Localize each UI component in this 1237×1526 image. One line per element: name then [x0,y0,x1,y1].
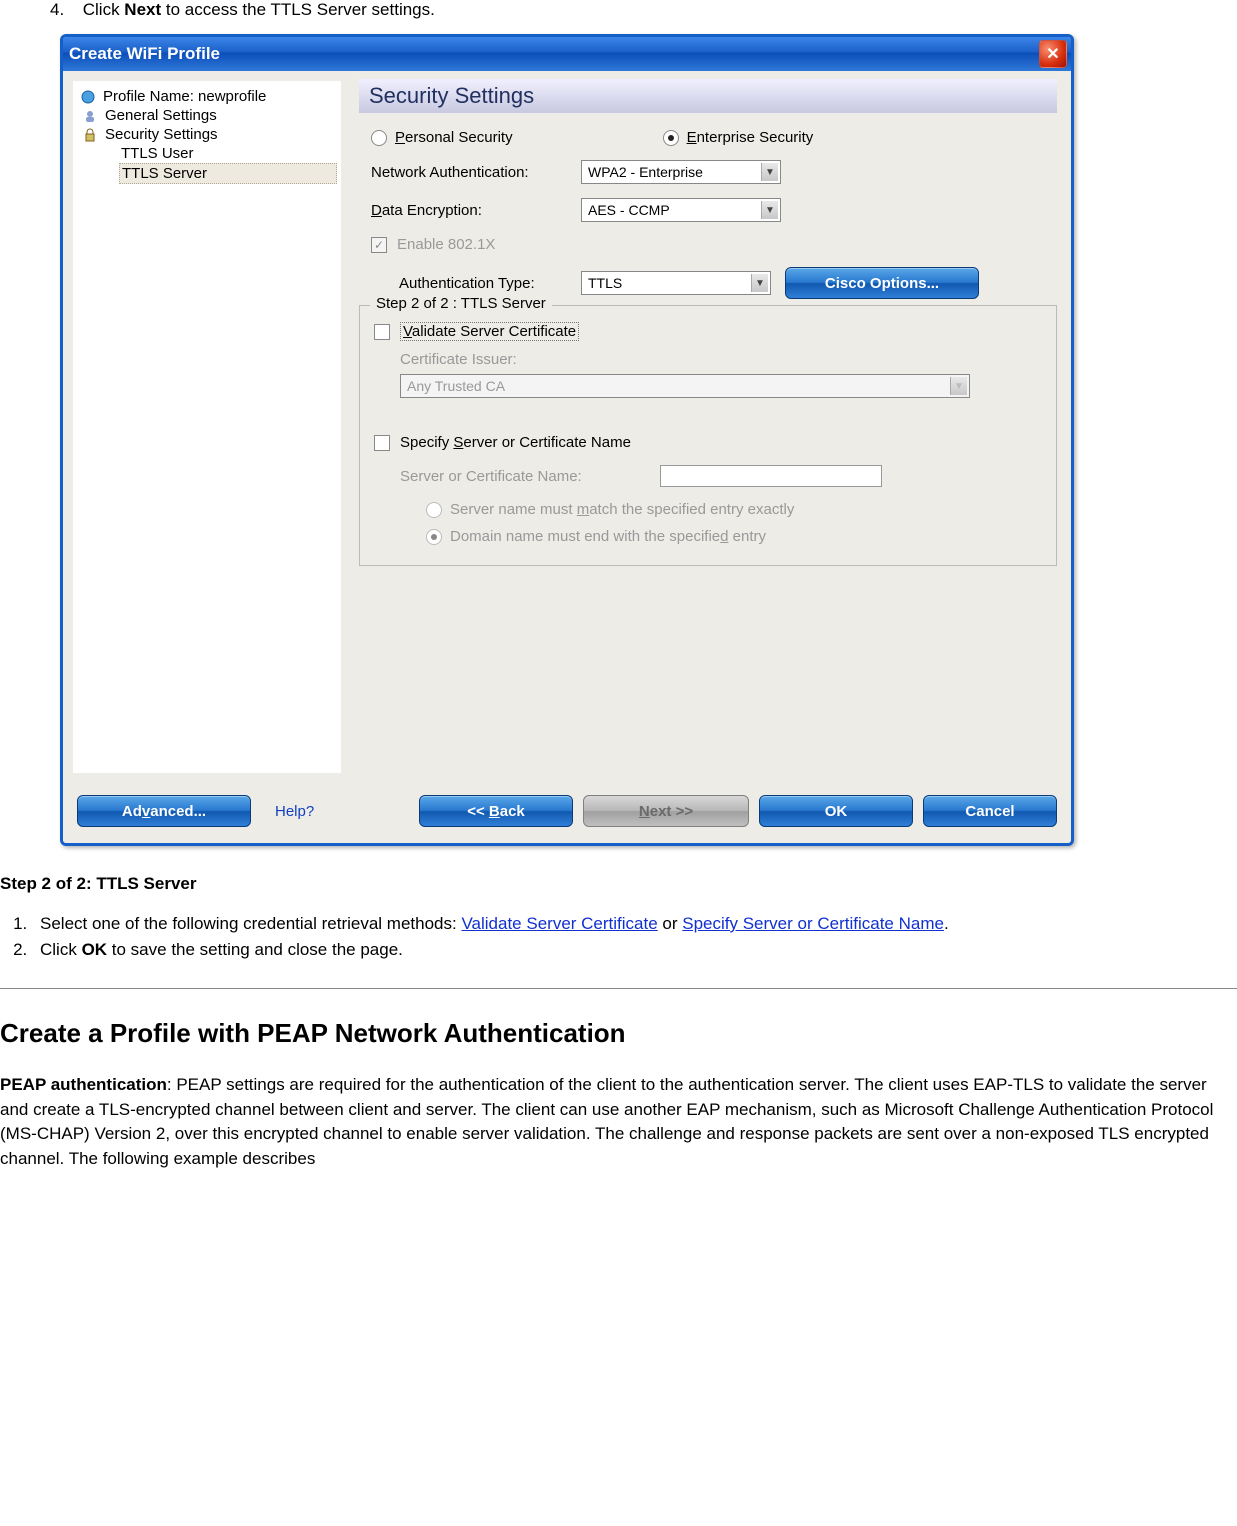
data-encryption-dropdown[interactable]: AES - CCMP ▼ [581,198,781,222]
profile-tree: Profile Name: newprofile General Setting… [73,81,341,773]
step-text-bold: Next [124,0,161,19]
tree-ttls-server[interactable]: TTLS Server [119,163,337,184]
text: Click [40,940,82,959]
specify-server-label: Specify Server or Certificate Name [400,434,631,451]
list-item: Click OK to save the setting and close t… [32,940,1237,960]
chevron-down-icon: ▼ [950,377,967,395]
cancel-button[interactable]: Cancel [923,795,1057,827]
validate-server-checkbox[interactable] [374,324,390,340]
server-cert-name-label: Server or Certificate Name: [400,468,660,485]
dropdown-value: TTLS [588,275,622,291]
user-icon [81,109,99,123]
domain-end-radio [426,529,442,545]
auth-type-label: Authentication Type: [399,275,581,292]
section-header: Security Settings [359,79,1057,113]
network-auth-label: Network Authentication: [371,164,581,181]
enable-8021x-label: Enable 802.1X [397,236,495,253]
text: : PEAP settings are required for the aut… [0,1075,1213,1168]
button-label: << Back [467,803,525,820]
close-icon: ✕ [1046,44,1059,64]
advanced-button[interactable]: Advanced... [77,795,251,827]
peap-heading: Create a Profile with PEAP Network Authe… [0,1018,1237,1049]
help-link[interactable]: Help? [275,803,314,820]
fieldset-legend: Step 2 of 2 : TTLS Server [370,295,552,312]
enable-8021x-checkbox: ✓ [371,237,387,253]
lock-icon [81,128,99,142]
text: . [944,914,949,933]
doc-step-4: 4. Click Next to access the TTLS Server … [50,0,1237,20]
ttls-server-fieldset: Step 2 of 2 : TTLS Server Validate Serve… [359,305,1057,566]
text: Select one of the following credential r… [40,914,461,933]
wifi-profile-dialog: Create WiFi Profile ✕ Profile Name: newp… [60,34,1074,846]
tree-label: Profile Name: newprofile [103,88,266,105]
data-encryption-label: Data Encryption: [371,202,581,219]
step2-list: Select one of the following credential r… [32,914,1237,960]
cisco-options-button[interactable]: Cisco Options... [785,267,979,299]
close-button[interactable]: ✕ [1039,40,1067,68]
section-divider [0,988,1237,990]
dropdown-value: WPA2 - Enterprise [588,164,703,180]
list-item: Select one of the following credential r… [32,914,1237,934]
dialog-title: Create WiFi Profile [69,44,220,64]
button-label: Cisco Options... [825,275,939,292]
tree-label: TTLS Server [122,165,207,182]
ok-button[interactable]: OK [759,795,913,827]
step-number: 4. [50,0,78,20]
enterprise-security-radio[interactable] [663,130,679,146]
dropdown-value: Any Trusted CA [407,378,505,394]
personal-security-label: Personal Security [395,129,513,146]
button-label: OK [825,803,848,820]
server-match-radio [426,502,442,518]
network-auth-dropdown[interactable]: WPA2 - Enterprise ▼ [581,160,781,184]
enterprise-security-label: Enterprise Security [687,129,814,146]
tree-label: Security Settings [105,126,218,143]
tree-ttls-user[interactable]: TTLS User [119,144,337,163]
chevron-down-icon: ▼ [761,201,778,219]
title-bar: Create WiFi Profile ✕ [63,37,1071,71]
specify-server-checkbox[interactable] [374,435,390,451]
text-bold: OK [82,940,108,959]
tree-profile-name[interactable]: Profile Name: newprofile [77,87,337,106]
button-label: Next >> [639,803,693,820]
globe-icon [79,90,97,104]
text: or [658,914,683,933]
text: to save the setting and close the page. [107,940,403,959]
server-match-label: Server name must match the specified ent… [450,501,794,518]
text-bold: PEAP authentication [0,1075,167,1094]
step2-heading: Step 2 of 2: TTLS Server [0,874,1237,894]
domain-end-label: Domain name must end with the specified … [450,528,766,545]
dropdown-value: AES - CCMP [588,202,670,218]
button-bar: Advanced... Help? << Back Next >> OK Can… [63,783,1071,843]
cert-issuer-label: Certificate Issuer: [374,351,1042,368]
step-text-suf: to access the TTLS Server settings. [161,0,435,19]
specify-server-name-link[interactable]: Specify Server or Certificate Name [682,914,944,933]
tree-general-settings[interactable]: General Settings [77,106,337,125]
button-label: Advanced... [122,803,206,820]
chevron-down-icon: ▼ [761,163,778,181]
tree-label: General Settings [105,107,217,124]
main-panel: Security Settings Personal Security Ente… [351,71,1071,783]
validate-server-cert-link[interactable]: Validate Server Certificate [461,914,657,933]
chevron-down-icon: ▼ [751,274,768,292]
peap-paragraph: PEAP authentication: PEAP settings are r… [0,1073,1237,1172]
validate-server-label: Validate Server Certificate [400,322,579,341]
personal-security-radio[interactable] [371,130,387,146]
tree-label: TTLS User [121,145,194,162]
step-text-pre: Click [83,0,125,19]
tree-security-settings[interactable]: Security Settings [77,125,337,144]
button-label: Cancel [965,803,1014,820]
back-button[interactable]: << Back [419,795,573,827]
auth-type-dropdown[interactable]: TTLS ▼ [581,271,771,295]
server-cert-name-input [660,465,882,487]
next-button: Next >> [583,795,749,827]
cert-issuer-dropdown: Any Trusted CA ▼ [400,374,970,398]
